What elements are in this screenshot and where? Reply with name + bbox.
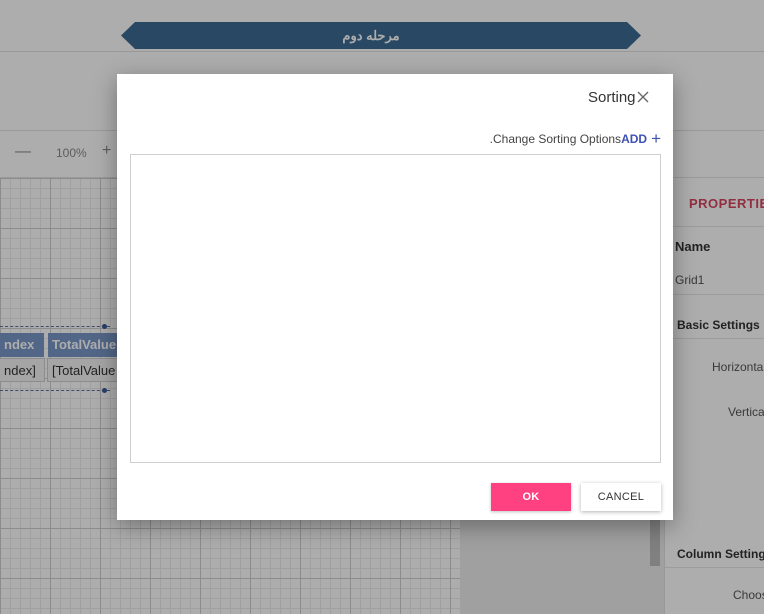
sort-instructions: .Change Sorting Options <box>489 132 622 146</box>
close-icon[interactable] <box>635 89 651 105</box>
sort-header: .Change Sorting Options ADD + <box>490 130 661 148</box>
cancel-button[interactable]: CANCEL <box>581 483 661 511</box>
add-label: ADD <box>621 132 648 146</box>
close-icon-glyph <box>637 91 649 103</box>
plus-icon: + <box>651 129 661 148</box>
ok-button[interactable]: OK <box>491 483 571 511</box>
dialog-title: Sorting <box>588 89 636 106</box>
add-sort-button[interactable]: ADD + <box>621 129 661 148</box>
sort-options-list[interactable] <box>130 154 661 463</box>
sorting-dialog: Sorting .Change Sorting Options ADD + OK… <box>117 74 673 520</box>
